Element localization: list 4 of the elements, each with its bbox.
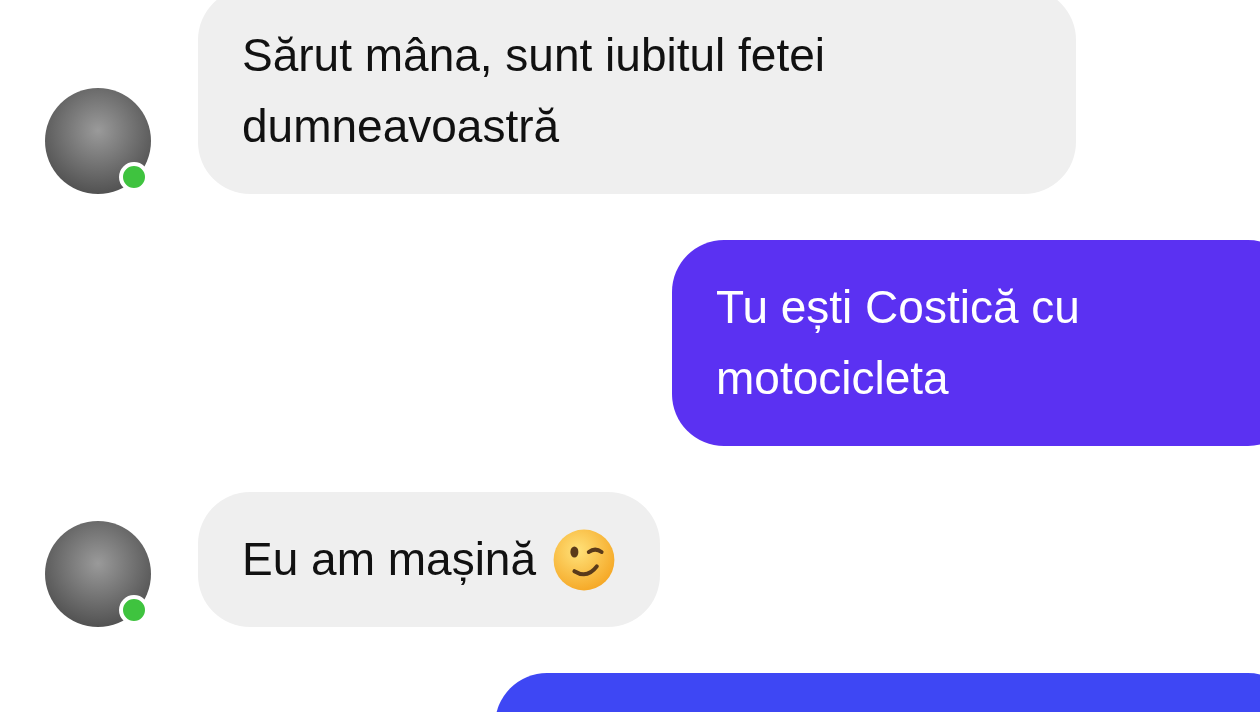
winking-face-icon [552, 527, 616, 592]
message-text: Sărut mâna, sunt iubitul fetei dumneavoastră [242, 28, 826, 154]
message-text: Eu am mașină [242, 532, 536, 587]
message-text: Tu ești Costică cu motocicleta [716, 280, 1081, 406]
